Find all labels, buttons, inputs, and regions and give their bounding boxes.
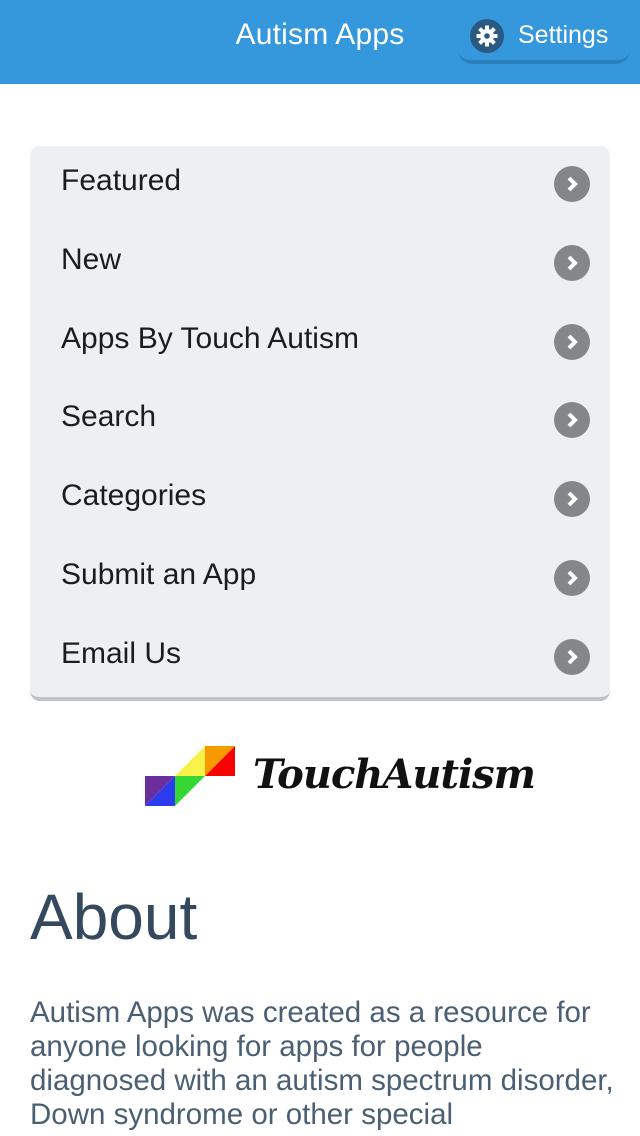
menu-item-label: Apps By Touch Autism [61, 321, 359, 355]
logo-text: TouchAutism [253, 751, 536, 798]
chevron-right-icon [554, 323, 590, 360]
menu-item-label: Featured [61, 164, 182, 197]
menu-item-label: Submit an App [61, 557, 257, 591]
chevron-right-icon [554, 481, 590, 518]
menu-item-featured[interactable]: Featured [30, 146, 610, 225]
menu-item-search[interactable]: Search [30, 382, 610, 461]
menu-item-email-us[interactable]: Email Us [30, 619, 610, 698]
menu-item-categories[interactable]: Categories [30, 461, 610, 540]
touch-autism-logo[interactable]: TouchAutism [145, 745, 536, 810]
menu-item-submit-an-app[interactable]: Submit an App [30, 540, 610, 619]
menu-item-apps-by-touch-autism[interactable]: Apps By Touch Autism [30, 304, 610, 383]
menu-item-label: New [61, 242, 122, 276]
menu-item-label: Email Us [61, 636, 182, 670]
chevron-right-icon [554, 638, 590, 675]
main-menu: Featured New Apps By Touch Autism Search… [30, 146, 610, 701]
top-bar: Autism Apps Settings [0, 0, 640, 84]
chevron-right-icon [554, 559, 590, 596]
menu-item-label: Search [61, 400, 157, 434]
chevron-right-icon [554, 166, 590, 202]
logo-mark-icon [145, 746, 235, 806]
chevron-right-icon [554, 244, 590, 281]
about-heading: About [30, 881, 198, 953]
settings-label: Settings [518, 21, 609, 49]
settings-button[interactable]: Settings [458, 12, 630, 64]
menu-item-new[interactable]: New [30, 225, 610, 304]
about-paragraph: Autism Apps was created as a resource fo… [30, 996, 614, 1131]
chevron-right-icon [554, 402, 590, 439]
menu-item-label: Categories [61, 479, 207, 513]
gear-icon [470, 19, 504, 53]
